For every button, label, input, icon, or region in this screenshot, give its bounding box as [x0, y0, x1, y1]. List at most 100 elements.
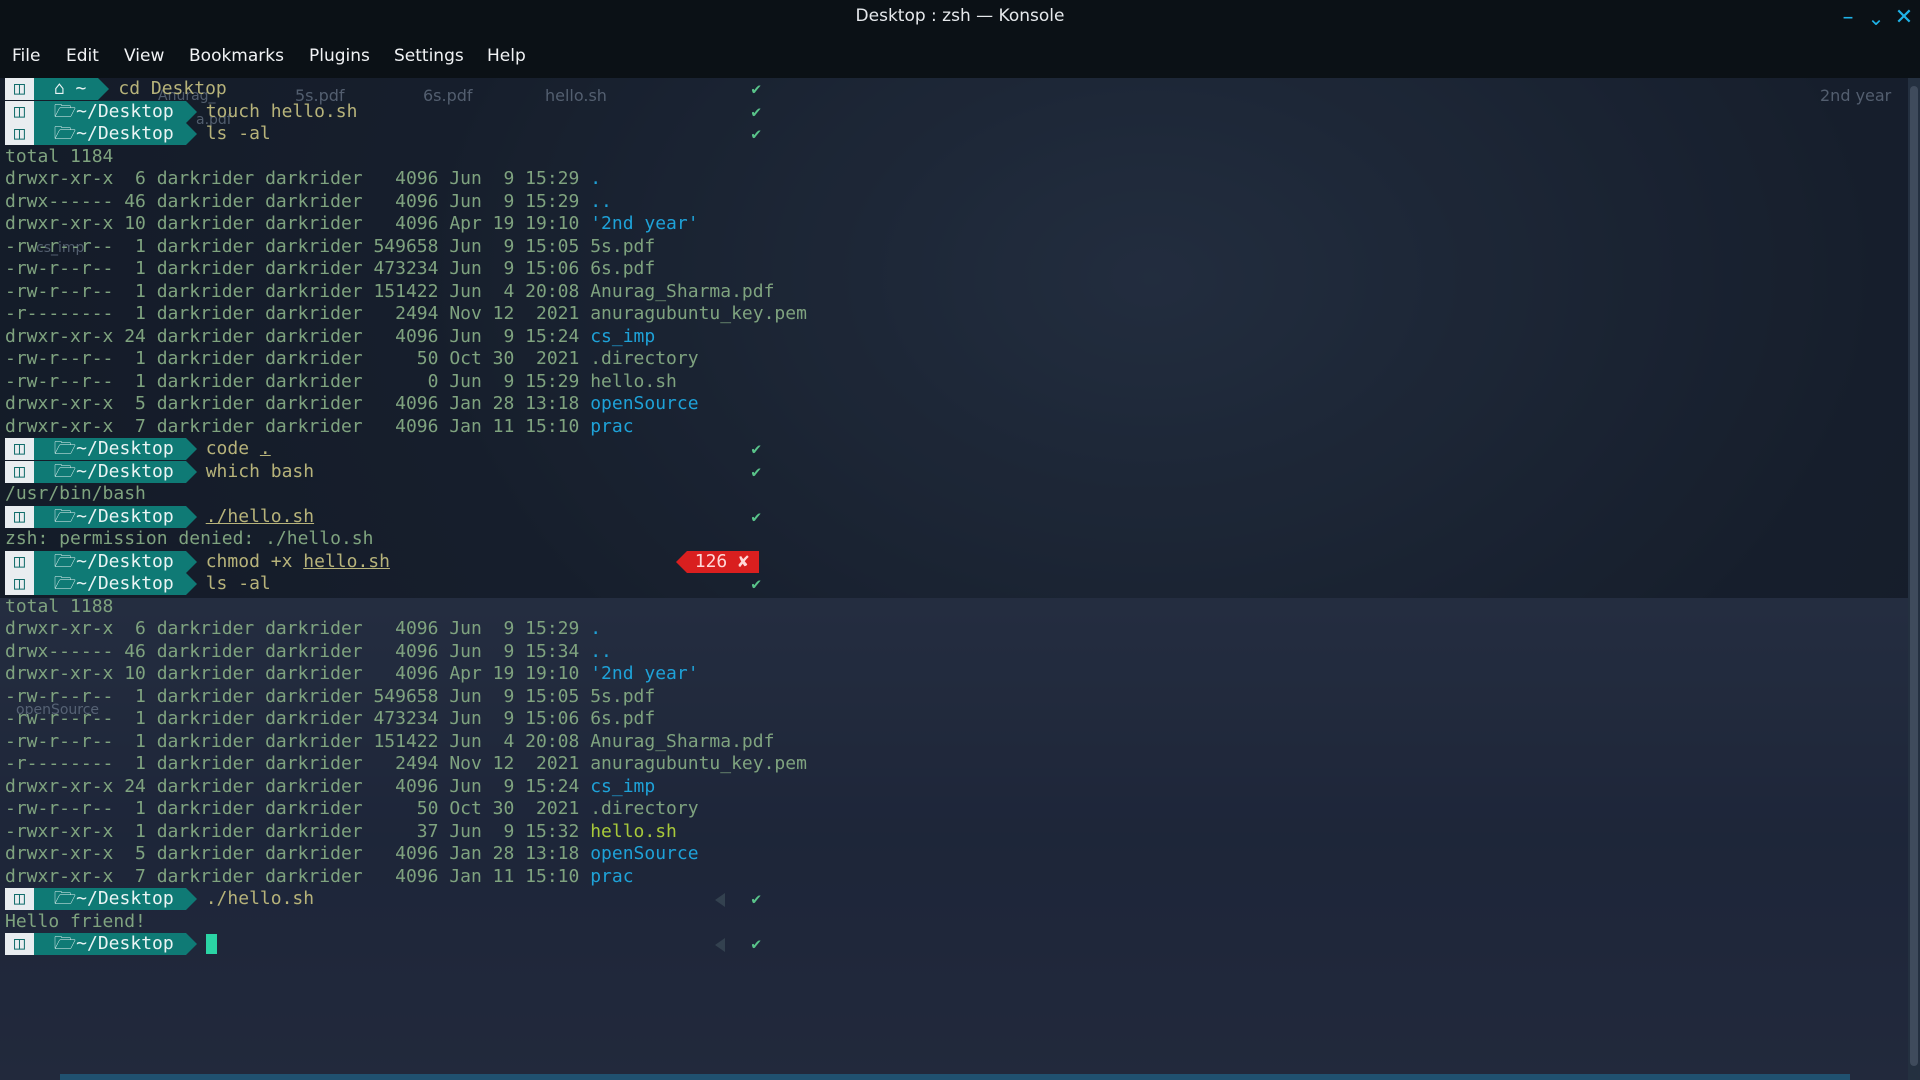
file-name: prac [590, 865, 634, 887]
close-icon[interactable]: ✕ [1890, 4, 1918, 32]
prompt-path-text: ~ [75, 78, 87, 99]
home-icon: ⌂ [53, 78, 65, 99]
file-metadata: -rw-r--r-- 1 darkrider darkrider 50 Oct … [5, 348, 591, 369]
command-arg: hello.sh [303, 550, 390, 572]
listing-row: -rw-r--r-- 1 darkrider darkrider 473234 … [5, 708, 807, 731]
file-name: hello.sh [590, 370, 677, 392]
menu-plugins[interactable]: Plugins [309, 46, 370, 66]
command-arg: . [259, 438, 271, 459]
prompt-line: ◫ 🗁~/Desktop ./hello.sh ✔ [5, 888, 807, 911]
prompt-path: 🗁~/Desktop [33, 460, 197, 483]
folder-open-icon: 🗁 [53, 460, 77, 482]
file-name: openSource [590, 843, 699, 864]
listing-row: drwxr-xr-x 6 darkrider darkrider 4096 Ju… [5, 168, 807, 191]
status-ok-icon: ✔ [751, 101, 761, 121]
file-name: anuragubuntu_key.pem [590, 753, 807, 774]
prompt-path-text: ~/Desktop [76, 550, 174, 572]
maximize-icon[interactable]: ⌄ [1862, 4, 1890, 32]
prompt-path-text: ~/Desktop [76, 123, 174, 144]
folder-open-icon: 🗁 [53, 573, 77, 594]
folder-open-icon: 🗁 [53, 100, 77, 122]
command-text: ls -al [205, 123, 271, 144]
command-text: ./hello.sh [205, 888, 315, 909]
file-metadata: drwxr-xr-x 10 darkrider darkrider 4096 A… [5, 213, 591, 234]
file-metadata: -r-------- 1 darkrider darkrider 2494 No… [5, 303, 591, 324]
menu-edit[interactable]: Edit [66, 46, 99, 66]
menu-view[interactable]: View [124, 46, 164, 66]
file-metadata: -rwxr-xr-x 1 darkrider darkrider 37 Jun … [5, 820, 591, 842]
prompt-path-text: ~/Desktop [76, 888, 174, 909]
file-name: 6s.pdf [590, 708, 656, 729]
scrollbar-thumb[interactable] [1910, 86, 1918, 1066]
file-name: .directory [590, 348, 699, 369]
prompt-path-text: ~/Desktop [76, 438, 174, 459]
distro-icon: ◫ [5, 888, 45, 910]
folder-open-icon: 🗁 [53, 505, 77, 527]
output-line: total 1184 [5, 145, 114, 167]
prompt-path-text: ~/Desktop [76, 933, 174, 954]
distro-icon: ◫ [5, 438, 45, 460]
file-metadata: drwx------ 46 darkrider darkrider 4096 J… [5, 640, 591, 662]
ghost-desktop-folder: 2nd year [1820, 86, 1892, 105]
listing-row: drwxr-xr-x 7 darkrider darkrider 4096 Ja… [5, 866, 807, 889]
prompt-path: 🗁~/Desktop [33, 888, 197, 910]
output-line: /usr/bin/bash [5, 483, 146, 504]
menu-help[interactable]: Help [487, 46, 526, 66]
file-metadata: -rw-r--r-- 1 darkrider darkrider 0 Jun 9… [5, 370, 591, 392]
listing-row: -rw-r--r-- 1 darkrider darkrider 0 Jun 9… [5, 371, 807, 394]
command-text: which bash [205, 460, 315, 482]
file-metadata: drwxr-xr-x 7 darkrider darkrider 4096 Ja… [5, 415, 591, 437]
status-ok-icon: ✔ [751, 889, 761, 908]
status-ok-icon: ✔ [751, 124, 761, 143]
menu-settings[interactable]: Settings [394, 46, 464, 66]
prompt-path: 🗁~/Desktop [33, 505, 197, 528]
minimize-icon[interactable]: – [1834, 4, 1862, 32]
vertical-scrollbar[interactable] [1908, 78, 1920, 1080]
file-metadata: drwxr-xr-x 10 darkrider darkrider 4096 A… [5, 663, 591, 684]
file-metadata: -rw-r--r-- 1 darkrider darkrider 473234 … [5, 258, 591, 279]
menu-file[interactable]: File [12, 46, 40, 66]
listing-row: -rw-r--r-- 1 darkrider darkrider 50 Oct … [5, 798, 807, 821]
prompt-path-text: ~/Desktop [76, 100, 174, 122]
listing-row: -rw-r--r-- 1 darkrider darkrider 549658 … [5, 686, 807, 709]
listing-row: drwxr-xr-x 24 darkrider darkrider 4096 J… [5, 776, 807, 799]
listing-row: -rw-r--r-- 1 darkrider darkrider 151422 … [5, 731, 807, 754]
distro-icon: ◫ [5, 123, 45, 145]
file-metadata: -r-------- 1 darkrider darkrider 2494 No… [5, 753, 591, 774]
status-ok-icon: ✔ [751, 574, 761, 593]
file-name: anuragubuntu_key.pem [590, 303, 807, 324]
distro-icon: ◫ [5, 100, 45, 123]
command-text: cd Desktop [118, 78, 227, 99]
file-name: 5s.pdf [590, 235, 656, 257]
file-metadata: -rw-r--r-- 1 darkrider darkrider 549658 … [5, 235, 591, 257]
status-ok-icon: ✔ [751, 506, 761, 526]
prompt-path-text: ~/Desktop [76, 505, 174, 527]
listing-row: -r-------- 1 darkrider darkrider 2494 No… [5, 753, 807, 776]
terminal-view[interactable]: 5s.pdf 6s.pdf hello.sh 2nd year Anurag_ … [0, 78, 1920, 1080]
menu-bookmarks[interactable]: Bookmarks [189, 46, 284, 66]
segment-arrow-icon [714, 938, 725, 952]
file-name: .. [590, 640, 612, 662]
distro-icon: ◫ [5, 78, 45, 100]
listing-row: drwxr-xr-x 6 darkrider darkrider 4096 Ju… [5, 618, 807, 641]
file-name: Anurag_Sharma.pdf [590, 730, 775, 752]
prompt-path: 🗁~/Desktop [33, 550, 197, 573]
folder-open-icon: 🗁 [53, 933, 77, 954]
listing-row: drwxr-xr-x 5 darkrider darkrider 4096 Ja… [5, 393, 807, 416]
prompt-line: ◫ 🗁~/Desktop touch hello.sh ✔ [5, 100, 807, 124]
folder-open-icon: 🗁 [53, 438, 77, 459]
distro-icon: ◫ [5, 933, 45, 955]
prompt-path: 🗁~/Desktop [33, 100, 197, 123]
prompt-line: ◫ 🗁~/Desktop ./hello.sh ✔ [5, 505, 807, 529]
command-text: ./hello.sh [205, 505, 315, 527]
listing-row: -rw-r--r-- 1 darkrider darkrider 549658 … [5, 236, 807, 259]
file-metadata: drwxr-xr-x 24 darkrider darkrider 4096 J… [5, 325, 591, 347]
file-name: cs_imp [590, 325, 656, 347]
listing-row: drwxr-xr-x 10 darkrider darkrider 4096 A… [5, 663, 807, 686]
command-text: touch hello.sh [205, 100, 358, 122]
file-metadata: drwx------ 46 darkrider darkrider 4096 J… [5, 190, 591, 212]
listing-row: -rwxr-xr-x 1 darkrider darkrider 37 Jun … [5, 821, 807, 844]
status-ok-icon: ✔ [751, 934, 761, 953]
prompt-path: 🗁~/Desktop [33, 573, 197, 595]
prompt-path: 🗁~/Desktop [33, 933, 197, 955]
